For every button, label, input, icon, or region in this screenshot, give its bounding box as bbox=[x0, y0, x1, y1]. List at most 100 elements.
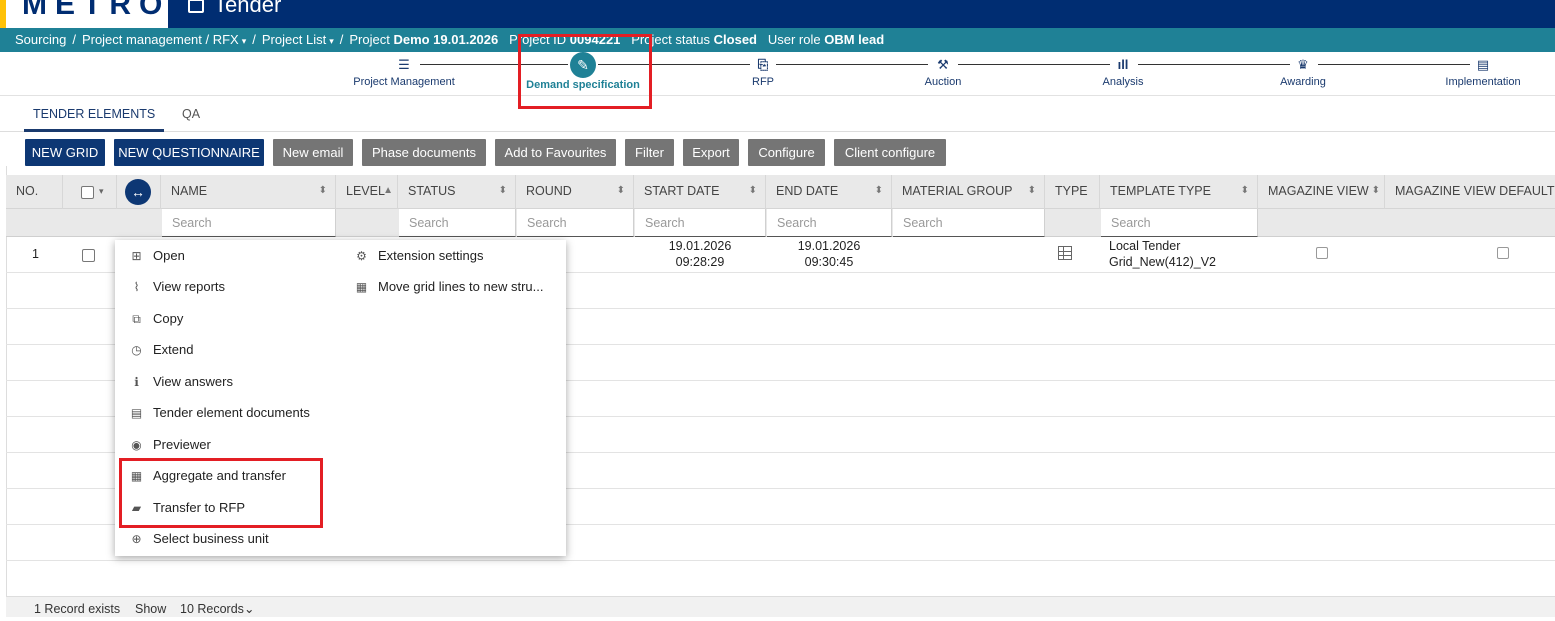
sort-ascending-icon[interactable]: ▲ bbox=[383, 175, 393, 207]
sort-icon[interactable]: ⬍ bbox=[499, 175, 507, 207]
column-header-magazine-view[interactable]: MAGAZINE VIEW ⬍ bbox=[1258, 175, 1385, 209]
menu-item-extend[interactable]: ◷ Extend bbox=[129, 339, 193, 361]
column-header-end-date[interactable]: END DATE ⬍ bbox=[766, 175, 892, 209]
sort-icon[interactable]: ⬍ bbox=[875, 175, 883, 207]
phase-implementation[interactable]: ▤ Implementation bbox=[1403, 56, 1555, 88]
new-questionnaire-button[interactable]: NEW QUESTIONNAIRE bbox=[114, 139, 264, 166]
select-all-checkbox[interactable] bbox=[81, 186, 94, 199]
export-button[interactable]: Export bbox=[683, 139, 739, 166]
filter-button[interactable]: Filter bbox=[625, 139, 674, 166]
phase-navigation: ☰ Project Management ✎ Demand specificatio… bbox=[0, 52, 1555, 96]
swap-columns-icon[interactable]: ↔ bbox=[125, 179, 151, 205]
plus-square-icon: ⊞ bbox=[131, 249, 142, 263]
menu-item-select-business-unit[interactable]: ⊕ Select business unit bbox=[129, 528, 268, 550]
sort-icon[interactable]: ⬍ bbox=[1241, 175, 1249, 207]
top-bar: METRO Tender bbox=[0, 0, 1555, 28]
sort-icon[interactable]: ⬍ bbox=[1028, 175, 1036, 207]
sort-icon[interactable]: ⬍ bbox=[319, 175, 327, 207]
column-label: NO. bbox=[16, 184, 39, 198]
end-date: 19.01.2026 bbox=[797, 239, 861, 253]
tab-qa[interactable]: QA bbox=[173, 96, 209, 132]
chevron-down-icon[interactable]: ▾ bbox=[329, 36, 334, 46]
template-type-line: Local Tender bbox=[1109, 239, 1181, 253]
sort-icon[interactable]: ⬍ bbox=[617, 175, 625, 207]
logo[interactable]: METRO bbox=[0, 0, 168, 28]
toolbar: NEW GRID NEW QUESTIONNAIRE New email Pha… bbox=[0, 139, 1555, 166]
start-date-cell: 19.01.2026 09:28:29 bbox=[650, 238, 750, 270]
search-input-start-date[interactable]: Search bbox=[635, 209, 766, 237]
phase-rfp[interactable]: ⎘ RFP bbox=[683, 56, 843, 88]
search-input-material-group[interactable]: Search bbox=[893, 209, 1045, 237]
records-per-page-value: 10 Records bbox=[180, 602, 244, 616]
tab-bar: TENDER ELEMENTS QA bbox=[0, 96, 1555, 132]
column-label: MATERIAL GROUP bbox=[902, 184, 1013, 198]
column-header-no[interactable]: NO. bbox=[6, 175, 63, 209]
column-header-start-date[interactable]: START DATE ⬍ bbox=[634, 175, 766, 209]
tender-icon bbox=[188, 0, 204, 14]
gear-icon: ⚙ bbox=[356, 249, 367, 263]
column-label: NAME bbox=[171, 184, 208, 198]
column-header-name[interactable]: NAME ⬍ bbox=[161, 175, 336, 209]
search-input-template-type[interactable]: Search bbox=[1101, 209, 1258, 237]
user-role-value: OBM lead bbox=[824, 32, 885, 47]
search-input-name[interactable]: Search bbox=[162, 209, 336, 237]
configure-button[interactable]: Configure bbox=[748, 139, 825, 166]
sort-icon[interactable]: ⬍ bbox=[1372, 175, 1380, 207]
column-header-select[interactable]: ▾ bbox=[63, 175, 117, 209]
new-email-button[interactable]: New email bbox=[273, 139, 353, 166]
menu-item-view-answers[interactable]: ℹ View answers bbox=[129, 371, 233, 393]
menu-item-open[interactable]: ⊞ Open bbox=[129, 245, 184, 267]
column-label: LEVEL bbox=[346, 184, 385, 198]
bar-chart-icon: ıll bbox=[1117, 57, 1129, 72]
search-input-end-date[interactable]: Search bbox=[767, 209, 892, 237]
breadcrumb-sourcing[interactable]: Sourcing bbox=[15, 32, 66, 47]
project-status-value: Closed bbox=[713, 32, 757, 47]
menu-item-copy[interactable]: ⧉ Copy bbox=[129, 308, 183, 330]
chevron-down-icon: ⌄ bbox=[243, 602, 255, 616]
document-check-icon: ⎘ bbox=[757, 57, 769, 72]
search-input-round[interactable]: Search bbox=[517, 209, 634, 237]
breadcrumb-project-list[interactable]: Project List bbox=[262, 32, 326, 47]
breadcrumb-separator: / bbox=[72, 32, 76, 47]
menu-item-label: Copy bbox=[153, 311, 184, 326]
row-checkbox[interactable] bbox=[82, 249, 95, 262]
client-configure-button[interactable]: Client configure bbox=[834, 139, 946, 166]
column-label: MAGAZINE VIEW bbox=[1268, 184, 1369, 198]
records-per-page-select[interactable]: 10 Records⌄ bbox=[180, 597, 254, 621]
sort-icon[interactable]: ⬍ bbox=[749, 175, 757, 207]
column-header-status[interactable]: STATUS ⬍ bbox=[398, 175, 516, 209]
chevron-down-icon[interactable]: ▾ bbox=[242, 36, 247, 46]
breadcrumb-project-management[interactable]: Project management / RFX bbox=[82, 32, 239, 47]
menu-item-extension-settings[interactable]: ⚙ Extension settings bbox=[354, 245, 484, 267]
menu-item-move-grid-lines[interactable]: ▦ Move grid lines to new stru... bbox=[354, 276, 544, 298]
menu-item-view-reports[interactable]: ⌇ View reports bbox=[129, 276, 225, 298]
phase-project-management[interactable]: ☰ Project Management bbox=[324, 56, 484, 88]
phase-auction[interactable]: ⚒ Auction bbox=[863, 56, 1023, 88]
menu-item-previewer[interactable]: ◉ Previewer bbox=[129, 434, 211, 456]
column-header-round[interactable]: ROUND ⬍ bbox=[516, 175, 634, 209]
column-label: ROUND bbox=[526, 184, 572, 198]
search-input-status[interactable]: Search bbox=[399, 209, 516, 237]
new-grid-button[interactable]: NEW GRID bbox=[25, 139, 105, 166]
magazine-view-checkbox[interactable] bbox=[1316, 247, 1328, 259]
template-type-cell: Local Tender Grid_New(412)_V2 bbox=[1109, 238, 1216, 270]
show-label: Show bbox=[135, 602, 167, 616]
menu-item-tender-element-documents[interactable]: ▤ Tender element documents bbox=[129, 402, 310, 424]
magazine-view-default-checkbox[interactable] bbox=[1497, 247, 1509, 259]
phase-awarding[interactable]: ♛ Awarding bbox=[1223, 56, 1383, 88]
column-header-template-type[interactable]: TEMPLATE TYPE ⬍ bbox=[1100, 175, 1258, 209]
tab-tender-elements[interactable]: TENDER ELEMENTS bbox=[24, 96, 165, 132]
column-header-magazine-view-default[interactable]: MAGAZINE VIEW DEFAULT L bbox=[1385, 175, 1555, 209]
phase-analysis[interactable]: ıll Analysis bbox=[1043, 56, 1203, 88]
column-header-material-group[interactable]: MATERIAL GROUP ⬍ bbox=[892, 175, 1045, 209]
grid-header: NO. ▾ ↔ NAME ⬍ LEVEL ▲ STATUS ⬍ ROUND ⬍ STAR… bbox=[6, 175, 1555, 209]
column-header-level[interactable]: LEVEL ▲ bbox=[336, 175, 398, 209]
add-to-favourites-button[interactable]: Add to Favourites bbox=[495, 139, 616, 166]
column-header-type[interactable]: TYPE bbox=[1045, 175, 1100, 209]
menu-item-label: Extension settings bbox=[378, 248, 484, 263]
menu-item-label: Tender element documents bbox=[153, 405, 310, 420]
chevron-down-icon[interactable]: ▾ bbox=[99, 175, 104, 207]
logo-text: METRO bbox=[22, 0, 171, 21]
phase-documents-button[interactable]: Phase documents bbox=[362, 139, 486, 166]
implementation-icon: ▤ bbox=[1476, 57, 1490, 72]
